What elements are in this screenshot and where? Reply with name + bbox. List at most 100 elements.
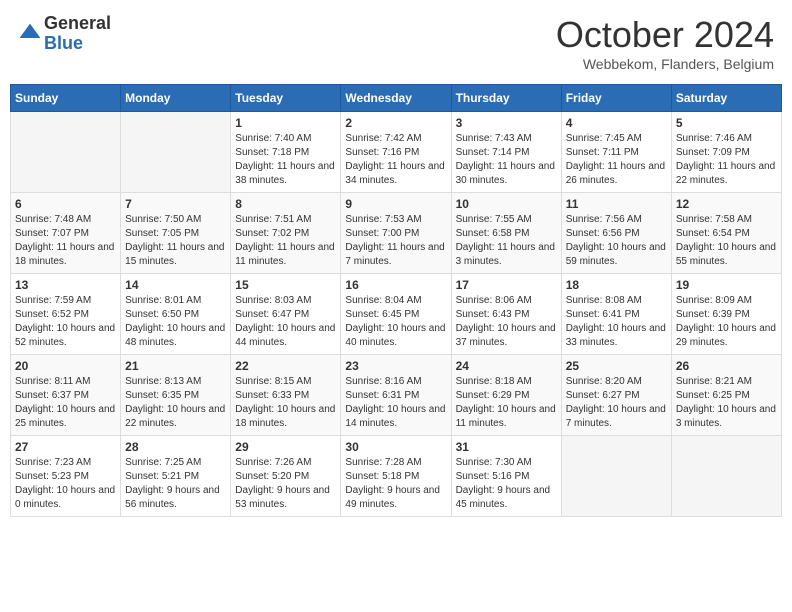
weekday-header-friday: Friday <box>561 85 671 112</box>
calendar-cell: 29 Sunrise: 7:26 AM Sunset: 5:20 PM Dayli… <box>231 436 341 517</box>
calendar-week-row: 1 Sunrise: 7:40 AM Sunset: 7:18 PM Daylig… <box>11 112 782 193</box>
day-info: Sunrise: 7:28 AM Sunset: 5:18 PM Dayligh… <box>345 456 446 512</box>
day-number: 7 <box>125 197 226 211</box>
day-info: Sunrise: 8:21 AM Sunset: 6:25 PM Dayligh… <box>676 375 777 431</box>
day-number: 23 <box>345 359 446 373</box>
day-info: Sunrise: 7:45 AM Sunset: 7:11 PM Dayligh… <box>566 132 667 188</box>
day-info: Sunrise: 8:20 AM Sunset: 6:27 PM Dayligh… <box>566 375 667 431</box>
day-number: 5 <box>676 116 777 130</box>
day-number: 25 <box>566 359 667 373</box>
day-number: 27 <box>15 440 116 454</box>
day-info: Sunrise: 8:01 AM Sunset: 6:50 PM Dayligh… <box>125 294 226 350</box>
calendar-cell: 19 Sunrise: 8:09 AM Sunset: 6:39 PM Dayli… <box>671 274 781 355</box>
weekday-header-tuesday: Tuesday <box>231 85 341 112</box>
day-info: Sunrise: 7:50 AM Sunset: 7:05 PM Dayligh… <box>125 213 226 269</box>
calendar-cell <box>671 436 781 517</box>
day-number: 1 <box>235 116 336 130</box>
calendar-cell: 23Sunrise: 8:16 AM Sunset: 6:31 PM Dayli… <box>341 355 451 436</box>
day-info: Sunrise: 8:06 AM Sunset: 6:43 PM Dayligh… <box>456 294 557 350</box>
day-info: Sunrise: 7:46 AM Sunset: 7:09 PM Dayligh… <box>676 132 777 188</box>
day-info: Sunrise: 7:26 AM Sunset: 5:20 PM Dayligh… <box>235 456 336 512</box>
day-info: Sunrise: 7:48 AM Sunset: 7:07 PM Dayligh… <box>15 213 116 269</box>
calendar-cell: 20Sunrise: 8:11 AM Sunset: 6:37 PM Dayli… <box>11 355 121 436</box>
logo-general: General <box>44 14 111 34</box>
calendar-cell: 5 Sunrise: 7:46 AM Sunset: 7:09 PM Daylig… <box>671 112 781 193</box>
day-info: Sunrise: 8:04 AM Sunset: 6:45 PM Dayligh… <box>345 294 446 350</box>
logo-icon <box>18 22 42 46</box>
calendar-cell: 14 Sunrise: 8:01 AM Sunset: 6:50 PM Dayli… <box>121 274 231 355</box>
day-info: Sunrise: 8:09 AM Sunset: 6:39 PM Dayligh… <box>676 294 777 350</box>
weekday-header-saturday: Saturday <box>671 85 781 112</box>
calendar-cell: 6 Sunrise: 7:48 AM Sunset: 7:07 PM Daylig… <box>11 193 121 274</box>
weekday-header-sunday: Sunday <box>11 85 121 112</box>
calendar-cell: 1 Sunrise: 7:40 AM Sunset: 7:18 PM Daylig… <box>231 112 341 193</box>
day-info: Sunrise: 7:40 AM Sunset: 7:18 PM Dayligh… <box>235 132 336 188</box>
day-info: Sunrise: 7:53 AM Sunset: 7:00 PM Dayligh… <box>345 213 446 269</box>
calendar-cell: 22 Sunrise: 8:15 AM Sunset: 6:33 PM Dayli… <box>231 355 341 436</box>
day-number: 15 <box>235 278 336 292</box>
day-number: 8 <box>235 197 336 211</box>
logo-text: General Blue <box>44 14 111 54</box>
logo-blue: Blue <box>44 34 111 54</box>
calendar-cell <box>11 112 121 193</box>
calendar-week-row: 6 Sunrise: 7:48 AM Sunset: 7:07 PM Daylig… <box>11 193 782 274</box>
calendar-cell: 7 Sunrise: 7:50 AM Sunset: 7:05 PM Daylig… <box>121 193 231 274</box>
calendar-cell: 4 Sunrise: 7:45 AM Sunset: 7:11 PM Daylig… <box>561 112 671 193</box>
day-info: Sunrise: 8:13 AM Sunset: 6:35 PM Dayligh… <box>125 375 226 431</box>
calendar-cell: 8Sunrise: 7:51 AM Sunset: 7:02 PM Daylig… <box>231 193 341 274</box>
location: Webbekom, Flanders, Belgium <box>556 56 774 72</box>
day-number: 16 <box>345 278 446 292</box>
day-info: Sunrise: 7:43 AM Sunset: 7:14 PM Dayligh… <box>456 132 557 188</box>
day-number: 19 <box>676 278 777 292</box>
calendar-cell: 2 Sunrise: 7:42 AM Sunset: 7:16 PM Daylig… <box>341 112 451 193</box>
calendar-cell: 26 Sunrise: 8:21 AM Sunset: 6:25 PM Dayli… <box>671 355 781 436</box>
day-number: 21 <box>125 359 226 373</box>
calendar-cell <box>121 112 231 193</box>
calendar-cell: 12 Sunrise: 7:58 AM Sunset: 6:54 PM Dayli… <box>671 193 781 274</box>
day-number: 30 <box>345 440 446 454</box>
day-number: 18 <box>566 278 667 292</box>
calendar-cell: 31 Sunrise: 7:30 AM Sunset: 5:16 PM Dayli… <box>451 436 561 517</box>
calendar-cell: 9 Sunrise: 7:53 AM Sunset: 7:00 PM Daylig… <box>341 193 451 274</box>
day-info: Sunrise: 7:59 AM Sunset: 6:52 PM Dayligh… <box>15 294 116 350</box>
day-number: 24 <box>456 359 557 373</box>
weekday-header-monday: Monday <box>121 85 231 112</box>
calendar-week-row: 20Sunrise: 8:11 AM Sunset: 6:37 PM Dayli… <box>11 355 782 436</box>
day-info: Sunrise: 8:08 AM Sunset: 6:41 PM Dayligh… <box>566 294 667 350</box>
calendar-cell: 3 Sunrise: 7:43 AM Sunset: 7:14 PM Daylig… <box>451 112 561 193</box>
calendar-week-row: 13 Sunrise: 7:59 AM Sunset: 6:52 PM Dayli… <box>11 274 782 355</box>
day-info: Sunrise: 7:58 AM Sunset: 6:54 PM Dayligh… <box>676 213 777 269</box>
calendar-cell: 10 Sunrise: 7:55 AM Sunset: 6:58 PM Dayli… <box>451 193 561 274</box>
day-number: 22 <box>235 359 336 373</box>
day-info: Sunrise: 8:15 AM Sunset: 6:33 PM Dayligh… <box>235 375 336 431</box>
day-number: 26 <box>676 359 777 373</box>
day-info: Sunrise: 7:25 AM Sunset: 5:21 PM Dayligh… <box>125 456 226 512</box>
day-number: 3 <box>456 116 557 130</box>
day-number: 29 <box>235 440 336 454</box>
calendar-cell: 15Sunrise: 8:03 AM Sunset: 6:47 PM Dayli… <box>231 274 341 355</box>
day-number: 9 <box>345 197 446 211</box>
day-number: 12 <box>676 197 777 211</box>
weekday-header-thursday: Thursday <box>451 85 561 112</box>
calendar-cell: 28Sunrise: 7:25 AM Sunset: 5:21 PM Dayli… <box>121 436 231 517</box>
day-number: 4 <box>566 116 667 130</box>
calendar-header-row: SundayMondayTuesdayWednesdayThursdayFrid… <box>11 85 782 112</box>
day-number: 10 <box>456 197 557 211</box>
calendar-cell: 25 Sunrise: 8:20 AM Sunset: 6:27 PM Dayli… <box>561 355 671 436</box>
day-info: Sunrise: 7:23 AM Sunset: 5:23 PM Dayligh… <box>15 456 116 512</box>
day-info: Sunrise: 7:30 AM Sunset: 5:16 PM Dayligh… <box>456 456 557 512</box>
day-number: 2 <box>345 116 446 130</box>
day-number: 13 <box>15 278 116 292</box>
day-number: 20 <box>15 359 116 373</box>
day-info: Sunrise: 7:42 AM Sunset: 7:16 PM Dayligh… <box>345 132 446 188</box>
calendar-cell: 11Sunrise: 7:56 AM Sunset: 6:56 PM Dayli… <box>561 193 671 274</box>
day-number: 31 <box>456 440 557 454</box>
calendar-table: SundayMondayTuesdayWednesdayThursdayFrid… <box>10 84 782 517</box>
day-number: 14 <box>125 278 226 292</box>
calendar-cell: 13 Sunrise: 7:59 AM Sunset: 6:52 PM Dayli… <box>11 274 121 355</box>
day-number: 6 <box>15 197 116 211</box>
weekday-header-wednesday: Wednesday <box>341 85 451 112</box>
calendar-cell: 21 Sunrise: 8:13 AM Sunset: 6:35 PM Dayli… <box>121 355 231 436</box>
calendar-cell: 18 Sunrise: 8:08 AM Sunset: 6:41 PM Dayli… <box>561 274 671 355</box>
day-info: Sunrise: 7:55 AM Sunset: 6:58 PM Dayligh… <box>456 213 557 269</box>
